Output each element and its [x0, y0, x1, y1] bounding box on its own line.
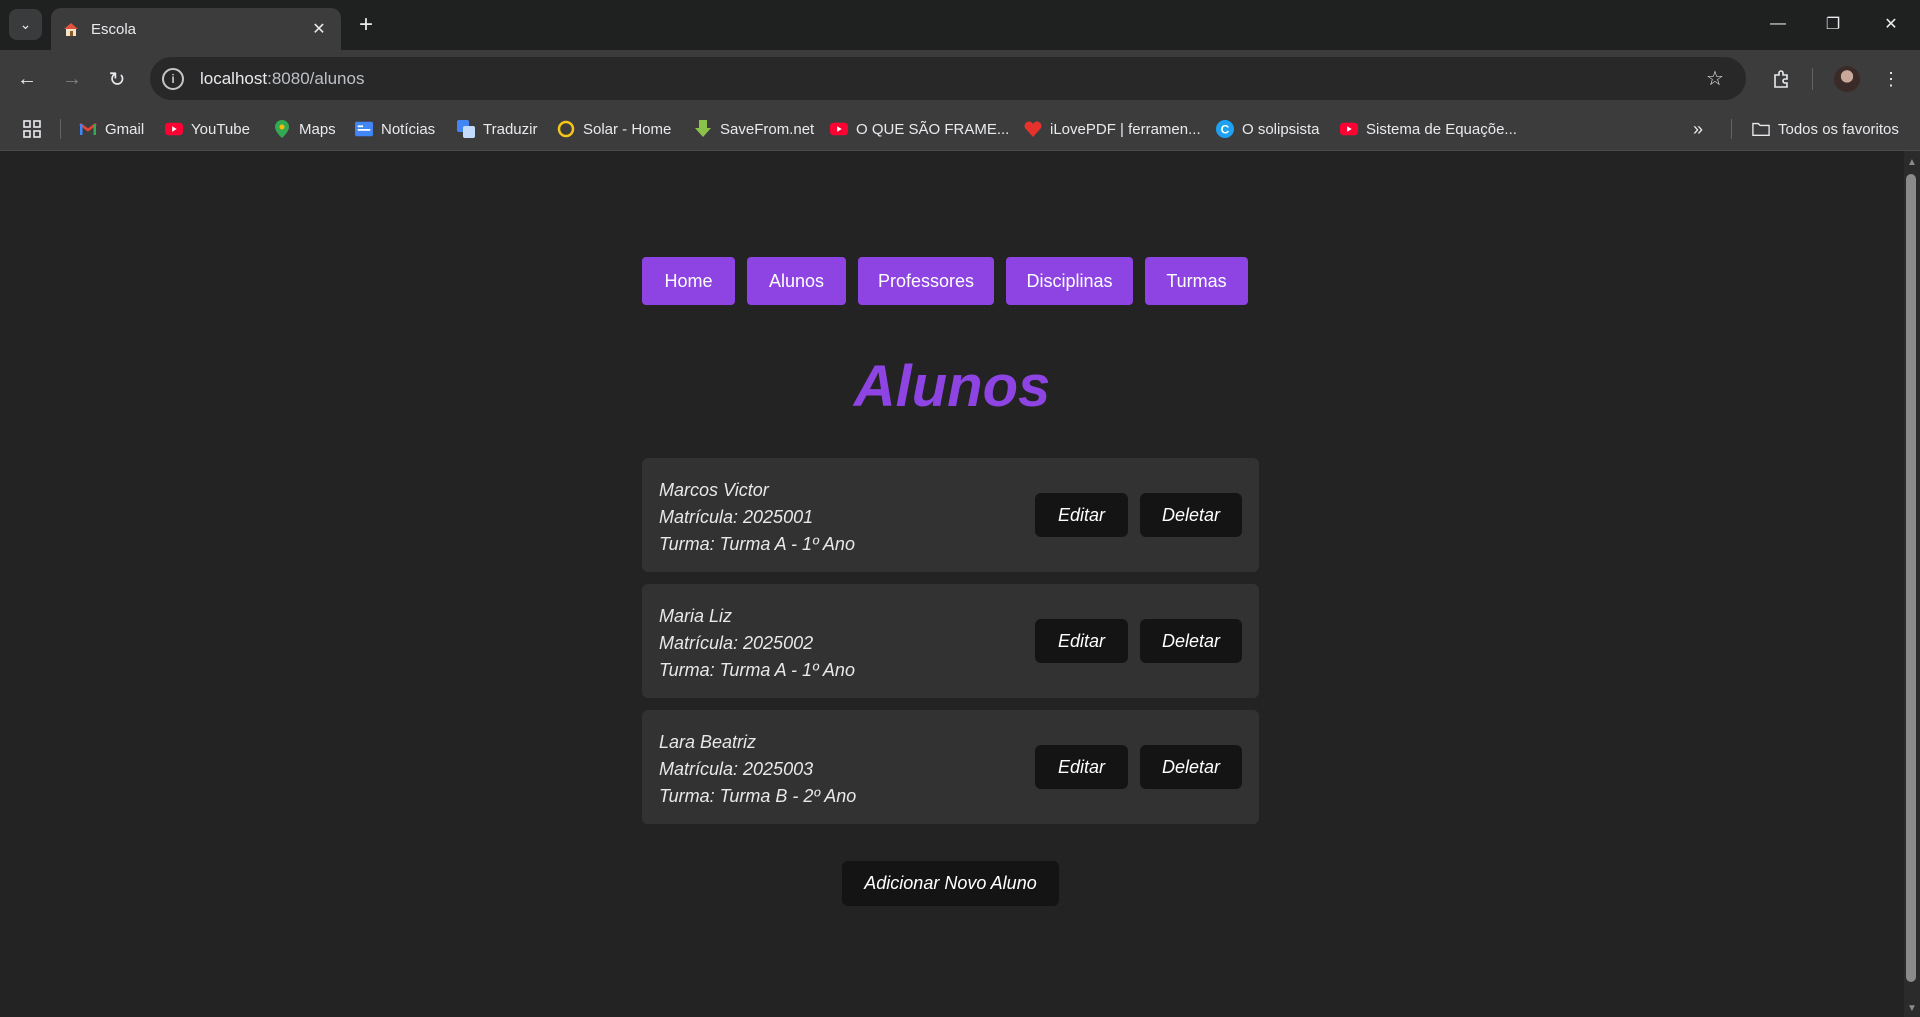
- student-name: Marcos Victor: [659, 480, 769, 500]
- folder-icon: [1752, 120, 1770, 138]
- student-card: Maria Liz Matrícula: 2025002 Turma: Turm…: [642, 584, 1259, 698]
- nav-professores[interactable]: Professores: [858, 257, 994, 305]
- school-favicon-icon: [61, 19, 81, 39]
- forward-arrow-icon[interactable]: →: [57, 64, 87, 94]
- more-bookmarks-icon[interactable]: »: [1693, 117, 1703, 141]
- scroll-down-icon[interactable]: ▼: [1906, 1002, 1918, 1014]
- restore-icon[interactable]: ❐: [1810, 8, 1856, 40]
- youtube-icon: [165, 120, 183, 138]
- download-arrow-icon: [694, 120, 712, 138]
- maps-pin-icon: [273, 120, 291, 138]
- student-card: Lara Beatriz Matrícula: 2025003 Turma: T…: [642, 710, 1259, 824]
- delete-button[interactable]: Deletar: [1140, 619, 1242, 663]
- solar-icon: [557, 120, 575, 138]
- bookmarks-divider: [1731, 119, 1732, 139]
- student-list: Marcos Victor Matrícula: 2025001 Turma: …: [642, 458, 1259, 836]
- tab-title: Escola: [91, 20, 137, 38]
- bookmark-maps[interactable]: Maps: [273, 117, 336, 141]
- youtube-icon: [830, 120, 848, 138]
- news-icon: [355, 120, 373, 138]
- tab-strip: ⌄ Escola ✕ + — ❐ ✕: [0, 0, 1920, 50]
- heart-icon: [1024, 120, 1042, 138]
- nav-disciplinas[interactable]: Disciplinas: [1006, 257, 1133, 305]
- minimize-icon[interactable]: —: [1755, 8, 1801, 40]
- svg-text:C: C: [1221, 123, 1230, 137]
- youtube-icon: [1340, 120, 1358, 138]
- bookmark-gmail[interactable]: Gmail: [79, 117, 144, 141]
- translate-icon: [457, 120, 475, 138]
- more-menu-icon[interactable]: ⋮: [1876, 64, 1906, 94]
- close-icon[interactable]: ✕: [307, 17, 331, 41]
- nav-turmas[interactable]: Turmas: [1145, 257, 1248, 305]
- card-actions: Editar Deletar: [1035, 745, 1242, 789]
- student-matricula: Matrícula: 2025003: [659, 759, 814, 779]
- student-info: Maria Liz Matrícula: 2025002 Turma: Turm…: [659, 603, 855, 684]
- student-turma: Turma: Turma A - 1º Ano: [659, 660, 855, 680]
- back-arrow-icon[interactable]: ←: [12, 64, 42, 94]
- bookmark-ilovepdf[interactable]: iLovePDF | ferramen...: [1024, 117, 1201, 141]
- c-logo-icon: C: [1216, 120, 1234, 138]
- delete-button[interactable]: Deletar: [1140, 493, 1242, 537]
- window-close-icon[interactable]: ✕: [1868, 8, 1914, 40]
- edit-button[interactable]: Editar: [1035, 745, 1128, 789]
- all-bookmarks-folder[interactable]: Todos os favoritos: [1752, 117, 1899, 141]
- bookmark-savefrom[interactable]: SaveFrom.net: [694, 117, 814, 141]
- bookmark-traduzir[interactable]: Traduzir: [457, 117, 537, 141]
- tab-search-button[interactable]: ⌄: [9, 9, 42, 40]
- address-bar[interactable]: i localhost:8080/alunos ☆: [150, 57, 1746, 100]
- add-student-button[interactable]: Adicionar Novo Aluno: [842, 861, 1059, 906]
- bookmark-noticias[interactable]: Notícias: [355, 117, 435, 141]
- scroll-up-icon[interactable]: ▲: [1906, 156, 1918, 168]
- student-turma: Turma: Turma B - 2º Ano: [659, 786, 857, 806]
- reload-icon[interactable]: ↻: [102, 64, 132, 94]
- student-name: Lara Beatriz: [659, 732, 757, 752]
- browser-toolbar: ← → ↻ i localhost:8080/alunos ☆ ⋮: [0, 50, 1920, 107]
- chevron-down-icon: ⌄: [19, 16, 32, 32]
- extensions-icon[interactable]: [1766, 64, 1796, 94]
- profile-avatar[interactable]: [1834, 66, 1860, 92]
- student-info: Marcos Victor Matrícula: 2025001 Turma: …: [659, 477, 855, 558]
- edit-button[interactable]: Editar: [1035, 493, 1128, 537]
- new-tab-button[interactable]: +: [352, 11, 380, 39]
- gmail-icon: [79, 120, 97, 138]
- student-turma: Turma: Turma A - 1º Ano: [659, 534, 855, 554]
- bookmark-youtube[interactable]: YouTube: [165, 117, 250, 141]
- student-name: Maria Liz: [659, 606, 733, 626]
- bookmark-solipsista[interactable]: C O solipsista: [1216, 117, 1320, 141]
- url-text[interactable]: localhost:8080/alunos: [200, 69, 1700, 89]
- page-title: Alunos: [853, 354, 1051, 419]
- apps-grid-icon[interactable]: [22, 117, 42, 141]
- student-card: Marcos Victor Matrícula: 2025001 Turma: …: [642, 458, 1259, 572]
- bookmark-star-icon[interactable]: ☆: [1700, 64, 1730, 94]
- browser-tab[interactable]: Escola ✕: [51, 8, 341, 50]
- page-viewport: Home Alunos Professores Disciplinas Turm…: [0, 151, 1904, 1017]
- bookmark-sistema[interactable]: Sistema de Equaçõe...: [1340, 117, 1517, 141]
- bookmark-frame[interactable]: O QUE SÃO FRAME...: [830, 117, 1009, 141]
- delete-button[interactable]: Deletar: [1140, 745, 1242, 789]
- student-matricula: Matrícula: 2025002: [659, 633, 814, 653]
- nav-alunos[interactable]: Alunos: [747, 257, 846, 305]
- student-info: Lara Beatriz Matrícula: 2025003 Turma: T…: [659, 729, 856, 810]
- card-actions: Editar Deletar: [1035, 619, 1242, 663]
- bookmarks-bar: Gmail YouTube Maps Notícias Traduzir Sol…: [0, 107, 1920, 151]
- bookmarks-divider: [60, 119, 61, 139]
- edit-button[interactable]: Editar: [1035, 619, 1128, 663]
- site-info-icon[interactable]: i: [162, 67, 184, 90]
- bookmark-solar[interactable]: Solar - Home: [557, 117, 671, 141]
- card-actions: Editar Deletar: [1035, 493, 1242, 537]
- toolbar-divider: [1812, 68, 1813, 90]
- nav-home[interactable]: Home: [642, 257, 735, 305]
- main-nav: Home Alunos Professores Disciplinas Turm…: [642, 257, 1248, 305]
- scrollbar-thumb[interactable]: [1906, 174, 1916, 982]
- student-matricula: Matrícula: 2025001: [659, 507, 814, 527]
